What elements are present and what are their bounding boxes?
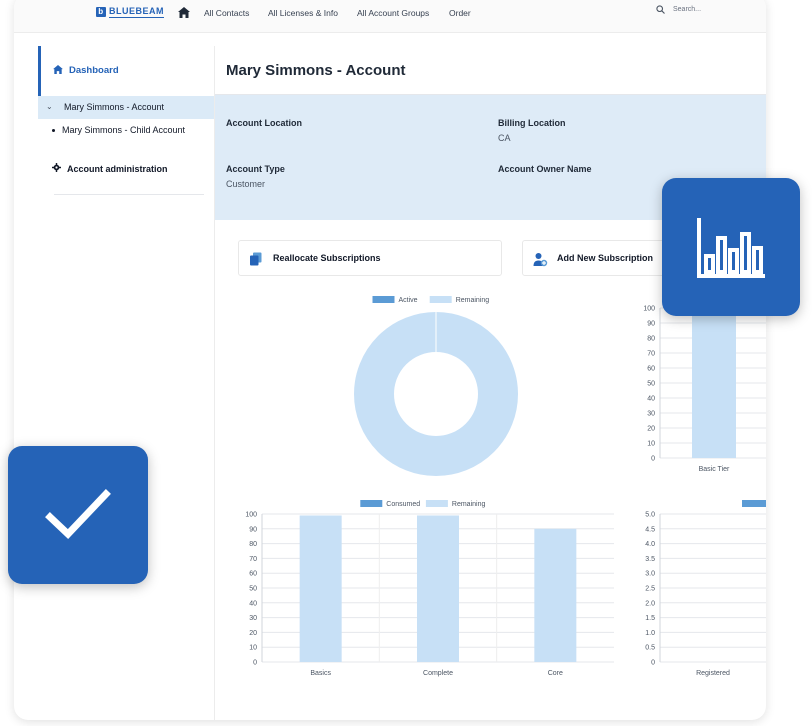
y-tick-label: 3.5: [645, 556, 655, 563]
search-input[interactable]: Search...: [673, 6, 701, 13]
y-tick-label: 20: [647, 426, 655, 433]
y-tick-label: 0.5: [645, 645, 655, 652]
y-tick-label: 70: [647, 351, 655, 358]
legend-swatch: [429, 296, 452, 303]
home-icon: [53, 65, 63, 74]
donut-chart: Active Remaining: [354, 296, 518, 476]
y-tick-label: 70: [249, 556, 257, 563]
x-tick-label: Basic Tier: [699, 466, 730, 473]
y-tick-label: 4.0: [645, 541, 655, 548]
y-tick-label: 1.0: [645, 630, 655, 637]
add-new-subscription-label: Add New Subscription: [557, 253, 654, 263]
legend-label: Active: [399, 297, 418, 304]
chart-tile: [662, 178, 800, 316]
account-type-label: Account Type: [226, 164, 285, 174]
y-tick-label: 2.0: [645, 600, 655, 607]
sidebar-item-label: Mary Simmons - Child Account: [62, 125, 186, 135]
nav-order[interactable]: Order: [449, 8, 471, 18]
y-tick-label: 100: [643, 306, 655, 313]
registered-bar-chart: Re00.51.01.52.02.53.03.54.04.55.0Registe…: [645, 500, 766, 677]
y-tick-label: 50: [249, 586, 257, 593]
x-tick-label: Registered: [696, 670, 730, 677]
chevron-down-icon[interactable]: ⌄: [46, 102, 53, 111]
sidebar-item-label: Account administration: [67, 164, 168, 174]
logo-text: BLUEBEAM: [109, 6, 164, 18]
y-tick-label: 4.5: [645, 526, 655, 533]
reallocate-subscriptions-button[interactable]: Reallocate Subscriptions: [238, 240, 502, 276]
y-tick-label: 90: [249, 526, 257, 533]
page-title: Mary Simmons - Account: [226, 62, 406, 79]
search-icon: [656, 5, 665, 14]
search-box[interactable]: Search...: [656, 5, 701, 14]
y-tick-label: 90: [647, 321, 655, 328]
legend-label: Consumed: [386, 501, 420, 508]
nav-all-account-groups[interactable]: All Account Groups: [357, 8, 429, 18]
check-icon: [45, 489, 111, 539]
product-bar-chart: Consumed Remaining 0 10 20 30 40 50 60 70 80 90 100 B…: [245, 500, 614, 677]
sidebar-item-label: Mary Simmons - Account: [64, 102, 165, 112]
billing-location-value: CA: [498, 133, 511, 143]
nav-all-licenses[interactable]: All Licenses & Info: [268, 8, 338, 18]
sidebar-item-child-account[interactable]: Mary Simmons - Child Account: [52, 125, 185, 135]
gear-icon: [52, 163, 61, 172]
bullet-icon: [52, 129, 55, 133]
sidebar-item-account[interactable]: ⌄ Mary Simmons - Account: [38, 96, 214, 119]
y-tick-label: 40: [249, 600, 257, 607]
bluebeam-logo[interactable]: b BLUEBEAM: [96, 6, 164, 18]
y-tick-label: 2.5: [645, 586, 655, 593]
y-tick-label: 0: [253, 660, 257, 667]
account-owner-name-label: Account Owner Name: [498, 164, 592, 174]
bar: [534, 528, 577, 662]
account-type-value: Customer: [226, 179, 266, 189]
app-window: b BLUEBEAM All Contacts All Licenses & I…: [14, 0, 766, 720]
y-tick-label: 5.0: [645, 512, 655, 519]
top-nav: b BLUEBEAM All Contacts All Licenses & I…: [14, 0, 766, 33]
legend-swatch: [425, 500, 448, 507]
y-tick-label: 80: [249, 541, 257, 548]
y-tick-label: 100: [245, 512, 257, 519]
sidebar-item-account-administration[interactable]: Account administration: [52, 163, 168, 174]
home-icon[interactable]: [178, 7, 190, 18]
y-tick-label: 20: [249, 630, 257, 637]
check-tile: [8, 446, 148, 584]
x-tick-label: Core: [548, 670, 563, 677]
legend-label: Remaining: [456, 297, 490, 304]
y-tick-label: 60: [249, 571, 257, 578]
add-user-icon: [533, 253, 548, 267]
basic-tier-bar-chart: 0 10 20 30 40 50 60 70 80 90 100 Basic Tier: [643, 306, 766, 473]
y-tick-label: 30: [249, 615, 257, 622]
x-tick-label: Basics: [310, 670, 331, 677]
billing-location-label: Billing Location: [498, 118, 566, 128]
account-location-label: Account Location: [226, 118, 302, 128]
divider: [54, 194, 204, 195]
legend-swatch: [372, 296, 395, 303]
bar: [692, 308, 736, 458]
y-tick-label: 10: [249, 645, 257, 652]
nav-all-contacts[interactable]: All Contacts: [204, 8, 249, 18]
y-tick-label: 80: [647, 336, 655, 343]
x-tick-label: Complete: [423, 670, 453, 677]
bar: [417, 515, 459, 662]
sidebar: Dashboard ⌄ Mary Simmons - Account Mary …: [38, 46, 214, 204]
y-tick-label: 60: [647, 366, 655, 373]
y-tick-label: 30: [647, 411, 655, 418]
reallocate-label: Reallocate Subscriptions: [273, 253, 381, 263]
y-tick-label: 40: [647, 396, 655, 403]
sidebar-item-dashboard[interactable]: Dashboard: [38, 46, 214, 96]
y-tick-label: 50: [647, 381, 655, 388]
copy-icon: [250, 252, 262, 266]
y-tick-label: 0: [651, 456, 655, 463]
y-tick-label: 10: [647, 441, 655, 448]
bar: [299, 515, 342, 662]
y-tick-label: 0: [651, 660, 655, 667]
legend-swatch: [360, 500, 383, 507]
y-tick-label: 1.5: [645, 615, 655, 622]
y-tick-label: 3.0: [645, 571, 655, 578]
bar-chart-icon: [697, 218, 765, 278]
sidebar-item-label: Dashboard: [69, 65, 119, 76]
legend-swatch: [742, 500, 766, 507]
legend-label: Remaining: [452, 501, 486, 508]
logo-mark-icon: b: [96, 7, 106, 17]
